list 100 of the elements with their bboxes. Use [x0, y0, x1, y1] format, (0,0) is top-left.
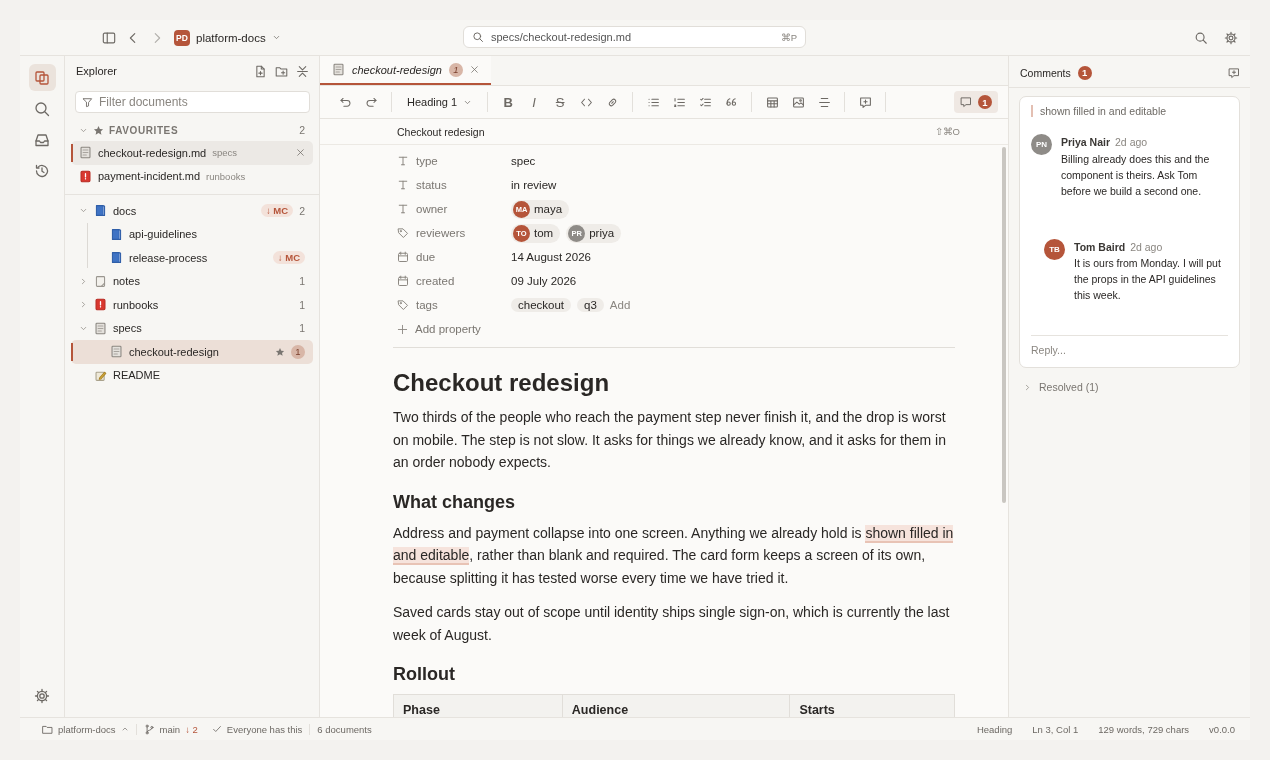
- property-name: due: [416, 251, 436, 263]
- document-name: checkout-redesign: [129, 345, 219, 358]
- shortcut-hint: ⇧⌘O: [934, 126, 960, 137]
- notepad-icon: [94, 274, 107, 288]
- sidebar-toggle[interactable]: [102, 30, 116, 45]
- search-field[interactable]: specs/checkout-redesign.md ⌘P: [463, 26, 806, 48]
- calendar-icon: [397, 275, 409, 287]
- tag-icon: [397, 227, 409, 239]
- document-name: notes: [113, 275, 140, 288]
- item-count: 1: [299, 298, 305, 311]
- divider-icon: [817, 95, 831, 109]
- sidebar-icon: [102, 30, 116, 45]
- filter-field[interactable]: Filter documents: [75, 91, 310, 113]
- document-item[interactable]: release-process ↓ MC: [71, 246, 313, 270]
- explorer-tab[interactable]: [28, 64, 56, 91]
- paragraph: Two thirds of the people who reach the payment step never finish it, and the drop is worst on mobile. The step is not slow. It asks for things we already know, and it asks for them in an order nobody expects.: [393, 408, 947, 472]
- new-folder-button[interactable]: [275, 64, 288, 78]
- document-item[interactable]: notes 1: [71, 269, 313, 293]
- document-name: specs: [113, 322, 142, 335]
- tag-chip[interactable]: checkout: [511, 298, 572, 312]
- book-icon: [110, 227, 123, 241]
- book-icon: [94, 204, 107, 218]
- table-header: Starts: [789, 694, 955, 717]
- new-folder-icon: [275, 64, 288, 78]
- document-item[interactable]: runbooks 1: [71, 293, 313, 317]
- branch-icon: [143, 723, 155, 735]
- calendar-icon: [397, 251, 409, 263]
- document-name: checkout-redesign.md: [98, 146, 207, 159]
- property-value: 14 August 2026: [511, 251, 591, 263]
- document-name: README: [113, 369, 161, 382]
- document-item[interactable]: docs ↓ MC 2: [71, 199, 313, 223]
- block-type: Heading: [975, 723, 1013, 735]
- property-name: reviewers: [416, 227, 466, 239]
- document-name: release-process: [129, 251, 208, 264]
- property-value: in review: [511, 179, 557, 191]
- collapse-all-button[interactable]: [296, 64, 309, 78]
- paragraph: Saved cards stay out of scope until identity ships single sign-on, which is currently the last week of August.: [393, 603, 951, 645]
- document-name: docs: [113, 204, 137, 217]
- comments-toggle[interactable]: 1: [954, 91, 998, 113]
- comment-author: Priya Nair: [1061, 135, 1111, 150]
- close-button[interactable]: [296, 148, 305, 158]
- table-header: Audience: [562, 694, 790, 717]
- folder-label: specs: [212, 147, 238, 159]
- search-button[interactable]: [1194, 30, 1208, 45]
- comment-text: It is ours from Monday. I will put the props in the API guidelines this week.: [1074, 256, 1222, 303]
- chevron-right-icon: [1023, 382, 1032, 392]
- document-title: Checkout redesign: [393, 368, 611, 398]
- cursor-position: Ln 3, Col 1: [1031, 723, 1079, 735]
- item-count: 1: [299, 275, 305, 288]
- undo-icon: [338, 95, 352, 109]
- workspace-status[interactable]: platform-docs: [35, 723, 137, 735]
- star-icon: [275, 346, 285, 357]
- document-item[interactable]: checkout-redesign.md specs: [71, 141, 313, 165]
- redo-icon: [364, 95, 378, 109]
- settings-button[interactable]: [1224, 30, 1238, 45]
- check-icon: [211, 724, 222, 734]
- new-file-icon: [254, 64, 267, 78]
- version-label: v0.0.0: [1208, 723, 1235, 735]
- search-icon: [472, 31, 484, 43]
- comment-author: Tom Baird: [1074, 239, 1126, 255]
- property-name: created: [416, 275, 455, 287]
- new-comment-button[interactable]: [1228, 66, 1240, 79]
- folder-label: runbooks: [206, 170, 246, 182]
- section-heading: Rollout: [393, 663, 456, 686]
- document-item[interactable]: api-guidelines: [71, 222, 313, 246]
- book-icon: [110, 251, 123, 265]
- folder-icon: [42, 723, 53, 735]
- checklist-icon: [698, 95, 712, 109]
- document-item[interactable]: checkout-redesign 1: [71, 340, 313, 364]
- tag-chip[interactable]: q3: [577, 298, 604, 312]
- collapse-icon: [296, 64, 309, 78]
- section-label: FAVOURITES: [109, 124, 179, 136]
- reply-field[interactable]: Reply...: [1031, 335, 1228, 364]
- document-item[interactable]: README: [71, 363, 313, 387]
- chevron-down-icon: [271, 33, 281, 42]
- section-heading: What changes: [393, 490, 517, 514]
- document-tab[interactable]: checkout-redesign 1: [320, 56, 491, 85]
- document-item[interactable]: specs 1: [71, 316, 313, 340]
- block-style-dropdown[interactable]: Heading 1: [399, 89, 481, 115]
- item-count: 2: [299, 124, 305, 136]
- workspace-switcher[interactable]: PD platform-docs: [174, 29, 281, 46]
- strike-button[interactable]: S: [547, 89, 574, 115]
- new-document-button[interactable]: [254, 64, 267, 78]
- scrollbar[interactable]: [1002, 147, 1006, 503]
- add-property-button[interactable]: Add property: [393, 317, 481, 341]
- favourites-header[interactable]: FAVOURITES 2: [65, 119, 319, 141]
- settings-icon: [34, 687, 50, 704]
- settings-icon: [1224, 30, 1238, 45]
- resolved-toggle[interactable]: Resolved (1): [1023, 381, 1250, 393]
- add-tag-link[interactable]: Add: [609, 299, 631, 311]
- comment-icon: [960, 96, 972, 108]
- change-badge: ↓ MC: [272, 251, 305, 265]
- italic-button[interactable]: I: [521, 89, 548, 115]
- document-item[interactable]: payment-incident.md runbooks: [71, 164, 313, 188]
- chevron-up-icon: [120, 725, 129, 733]
- avatar: PN: [1031, 134, 1052, 155]
- history-icon: [34, 162, 50, 179]
- bold-button[interactable]: B: [495, 89, 522, 115]
- document-name: payment-incident.md: [98, 170, 201, 183]
- branch-status[interactable]: main ↓ 2: [136, 723, 205, 735]
